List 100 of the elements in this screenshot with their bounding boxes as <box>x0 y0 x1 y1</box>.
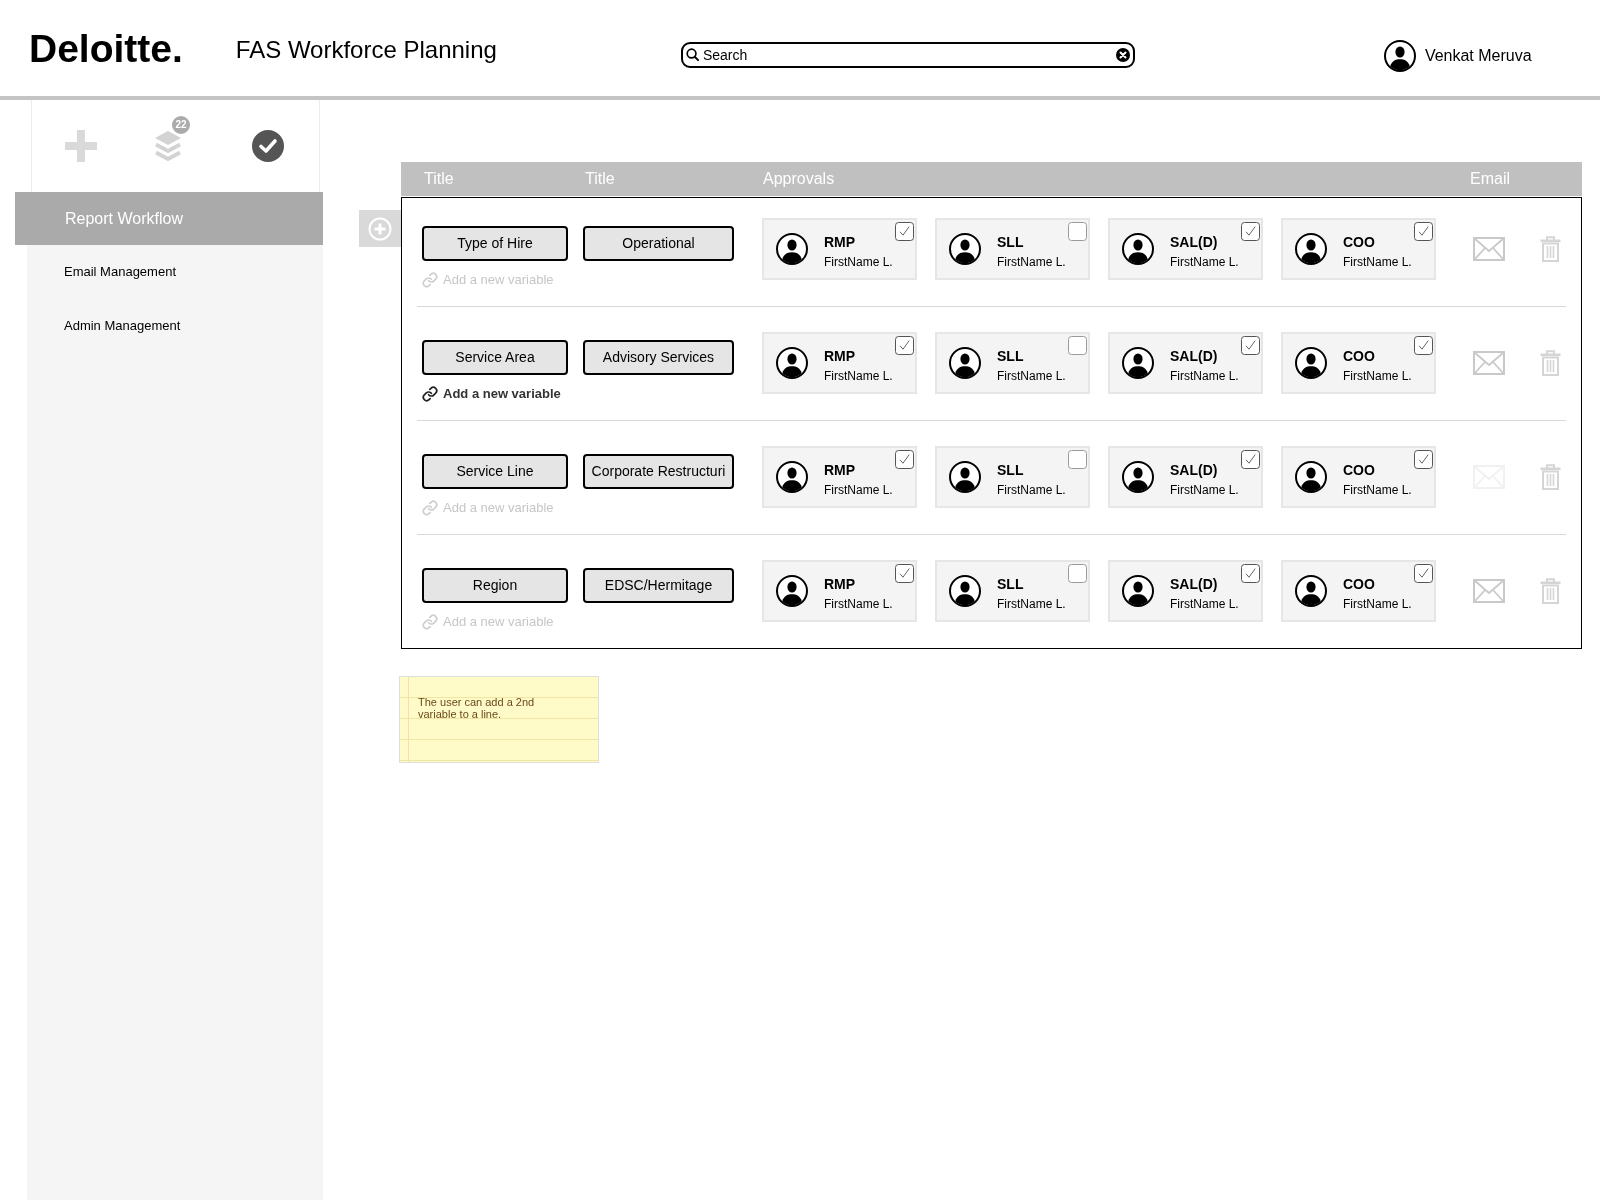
variable-value-button[interactable]: EDSC/Hermitage <box>583 568 734 603</box>
variable-value-button[interactable]: Operational <box>583 226 734 261</box>
approver-name: FirstName L. <box>1170 255 1239 269</box>
checkbox[interactable] <box>1241 450 1260 469</box>
checkbox[interactable] <box>1241 222 1260 241</box>
approver-role: RMP <box>824 576 856 593</box>
approver-role: COO <box>1343 234 1375 251</box>
avatar-icon <box>1295 461 1327 493</box>
approver-name: FirstName L. <box>824 255 893 269</box>
avatar-icon <box>1295 233 1327 265</box>
avatar-icon <box>776 233 808 265</box>
approver-name: FirstName L. <box>1343 369 1412 383</box>
avatar-icon <box>1122 233 1154 265</box>
approver-name: FirstName L. <box>997 369 1066 383</box>
variable-value-button[interactable]: Corporate Restructuri <box>583 454 734 489</box>
avatar-icon <box>1295 575 1327 607</box>
checkbox[interactable] <box>1068 336 1087 355</box>
approver-role: COO <box>1343 348 1375 365</box>
avatar-icon <box>1122 461 1154 493</box>
approver-role: SLL <box>997 462 1024 479</box>
trash-icon[interactable] <box>1540 464 1561 490</box>
approver-name: FirstName L. <box>1170 483 1239 497</box>
plus-circle-icon <box>368 216 392 241</box>
approver-role: COO <box>1343 462 1375 479</box>
avatar-icon <box>1122 347 1154 379</box>
column-header: Title <box>424 170 454 187</box>
checkbox[interactable] <box>1414 450 1433 469</box>
mail-icon[interactable] <box>1473 351 1505 375</box>
approver-role: RMP <box>824 348 856 365</box>
check-circle-icon[interactable] <box>252 130 284 162</box>
column-header: Approvals <box>763 170 835 187</box>
checkbox[interactable] <box>1241 564 1260 583</box>
approver-name: FirstName L. <box>1343 597 1412 611</box>
checkbox[interactable] <box>1414 336 1433 355</box>
checkbox[interactable] <box>1414 564 1433 583</box>
approver-name: FirstName L. <box>824 483 893 497</box>
trash-icon[interactable] <box>1540 578 1561 604</box>
approver-name: FirstName L. <box>997 483 1066 497</box>
approver-role: COO <box>1343 576 1375 593</box>
variable-name-button[interactable]: Region <box>422 568 568 603</box>
approver-name: FirstName L. <box>1343 255 1412 269</box>
variable-name-button[interactable]: Service Area <box>422 340 568 375</box>
checkbox[interactable] <box>1068 222 1087 241</box>
layers-icon[interactable] <box>153 129 183 163</box>
checkbox[interactable] <box>1068 450 1087 469</box>
avatar-icon <box>1295 347 1327 379</box>
mail-icon[interactable] <box>1473 237 1505 261</box>
approver-role: SLL <box>997 234 1024 251</box>
app-title: FAS Workforce Planning <box>235 38 497 62</box>
search-field[interactable]: Search <box>680 41 1135 68</box>
count-badge: 22 <box>170 114 192 136</box>
column-header: Title <box>585 170 615 187</box>
clear-icon[interactable] <box>1115 47 1130 62</box>
sidebar-item[interactable]: Email Management <box>27 245 323 299</box>
approver-role: SLL <box>997 348 1024 365</box>
approver-role: SAL(D) <box>1170 462 1218 479</box>
approver-name: FirstName L. <box>997 255 1066 269</box>
approver-name: FirstName L. <box>824 597 893 611</box>
approver-name: FirstName L. <box>824 369 893 383</box>
avatar-icon <box>776 347 808 379</box>
checkbox[interactable] <box>1068 564 1087 583</box>
avatar-icon <box>776 461 808 493</box>
variable-name-button[interactable]: Type of Hire <box>422 226 568 261</box>
approver-name: FirstName L. <box>1170 369 1239 383</box>
user-name[interactable]: Venkat Meruva <box>1424 44 1532 68</box>
approver-role: RMP <box>824 462 856 479</box>
checkbox[interactable] <box>895 336 914 355</box>
add-row-button[interactable] <box>359 210 401 247</box>
mail-icon[interactable] <box>1473 579 1505 603</box>
checkbox[interactable] <box>895 450 914 469</box>
variable-name-button[interactable]: Service Line <box>422 454 568 489</box>
approver-role: SAL(D) <box>1170 576 1218 593</box>
add-variable-link[interactable]: Add a new variable <box>422 386 561 402</box>
avatar-icon <box>949 233 981 265</box>
checkbox[interactable] <box>1414 222 1433 241</box>
approver-role: SLL <box>997 576 1024 593</box>
approver-name: FirstName L. <box>1170 597 1239 611</box>
trash-icon[interactable] <box>1540 236 1561 262</box>
avatar-icon <box>1383 40 1416 72</box>
approver-role: RMP <box>824 234 856 251</box>
plus-icon[interactable] <box>65 130 97 162</box>
avatar-icon <box>949 575 981 607</box>
column-header: Email <box>1470 170 1510 187</box>
approver-name: FirstName L. <box>997 597 1066 611</box>
logo: Deloitte. <box>29 28 183 68</box>
approver-role: SAL(D) <box>1170 348 1218 365</box>
avatar-icon <box>776 575 808 607</box>
checkbox[interactable] <box>895 564 914 583</box>
variable-value-button[interactable]: Advisory Services <box>583 340 734 375</box>
note-text: The user can add a 2nd variable to a line. <box>418 696 536 720</box>
sidebar-item[interactable]: Admin Management <box>27 299 323 353</box>
chain-link-icon <box>422 386 438 402</box>
chain-link-icon <box>422 500 438 516</box>
avatar-icon <box>949 347 981 379</box>
checkbox[interactable] <box>895 222 914 241</box>
chain-link-icon <box>422 614 438 630</box>
approver-role: SAL(D) <box>1170 234 1218 251</box>
trash-icon[interactable] <box>1540 350 1561 376</box>
chain-link-icon <box>422 272 438 288</box>
checkbox[interactable] <box>1241 336 1260 355</box>
